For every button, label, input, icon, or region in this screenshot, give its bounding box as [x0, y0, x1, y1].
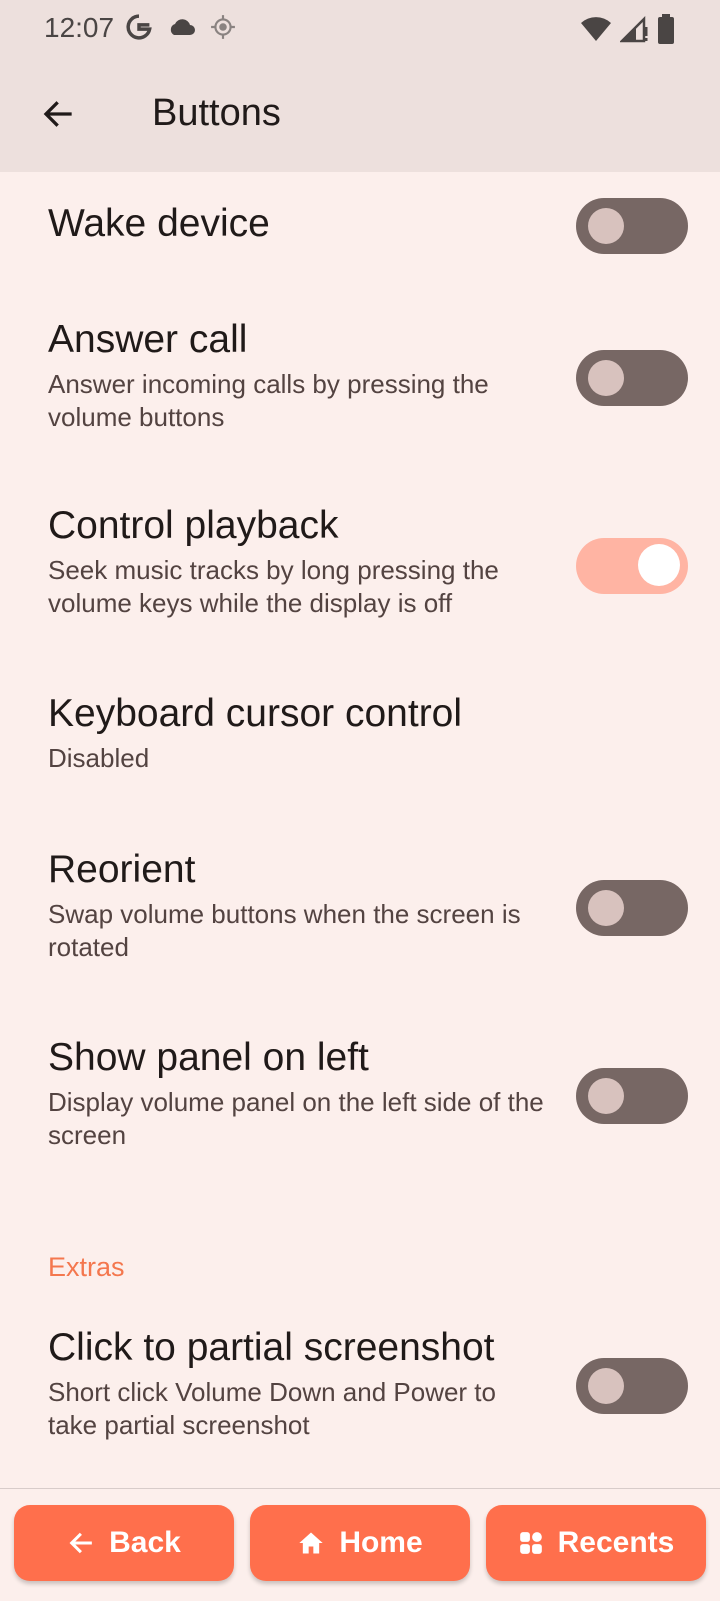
toggle-thumb [588, 890, 624, 926]
status-left-icons [126, 14, 236, 45]
setting-title: Click to partial screenshot [48, 1326, 495, 1369]
setting-title: Reorient [48, 848, 196, 891]
home-button[interactable]: Home [250, 1505, 470, 1581]
signal-icon [618, 15, 648, 48]
grid-icon [518, 1530, 544, 1556]
wifi-icon [580, 15, 612, 48]
back-button[interactable]: Back [14, 1505, 234, 1581]
setting-title: Wake device [48, 202, 270, 245]
setting-title: Answer call [48, 318, 248, 361]
toggle-thumb [588, 360, 624, 396]
location-icon [210, 14, 236, 45]
setting-summary: Short click Volume Down and Power to tak… [48, 1377, 496, 1440]
setting-title: Control playback [48, 504, 339, 547]
setting-answer-call[interactable]: Answer call Answer incoming calls by pre… [0, 288, 720, 474]
setting-summary: Display volume panel on the left side of… [48, 1087, 544, 1150]
toggle-thumb [588, 1078, 624, 1114]
app-bar: Buttons [0, 62, 720, 172]
home-button-label: Home [339, 1526, 423, 1559]
recents-button[interactable]: Recents [486, 1505, 706, 1581]
toggle-thumb [588, 1368, 624, 1404]
answer-call-toggle[interactable] [576, 350, 688, 406]
page-title: Buttons [152, 92, 281, 134]
wake-device-toggle[interactable] [576, 198, 688, 254]
setting-control-playback[interactable]: Control playback Seek music tracks by lo… [0, 474, 720, 660]
arrow-back-icon [67, 1529, 95, 1557]
battery-icon [656, 14, 676, 49]
toggle-thumb [638, 544, 680, 586]
setting-summary: Disabled [48, 743, 150, 773]
bottom-nav-bar: Back Home Recents [0, 1488, 720, 1601]
section-header-extras: Extras [48, 1252, 125, 1282]
arrow-back-icon[interactable] [34, 90, 82, 138]
control-playback-toggle[interactable] [576, 538, 688, 594]
home-icon [297, 1529, 325, 1557]
settings-list[interactable]: Wake device Answer call Answer incoming … [0, 172, 720, 1488]
back-button-label: Back [109, 1526, 181, 1559]
show-panel-on-left-toggle[interactable] [576, 1068, 688, 1124]
setting-title: Show panel on left [48, 1036, 369, 1079]
status-time: 12:07 [44, 12, 115, 43]
google-icon [126, 14, 152, 45]
setting-show-panel-on-left[interactable]: Show panel on left Display volume panel … [0, 1006, 720, 1192]
partial-screenshot-toggle[interactable] [576, 1358, 688, 1414]
setting-summary: Seek music tracks by long pressing the v… [48, 555, 499, 618]
cloud-icon [166, 16, 196, 43]
setting-reorient[interactable]: Reorient Swap volume buttons when the sc… [0, 818, 720, 1004]
setting-wake-device[interactable]: Wake device [0, 172, 720, 288]
setting-keyboard-cursor-control[interactable]: Keyboard cursor control Disabled [0, 662, 720, 818]
setting-summary: Answer incoming calls by pressing the vo… [48, 369, 489, 432]
setting-title: Keyboard cursor control [48, 692, 463, 735]
setting-summary: Swap volume buttons when the screen is r… [48, 899, 521, 962]
status-right-icons [580, 14, 676, 49]
status-bar: 12:07 [0, 0, 720, 62]
recents-button-label: Recents [557, 1526, 675, 1559]
reorient-toggle[interactable] [576, 880, 688, 936]
toggle-thumb [588, 208, 624, 244]
setting-click-to-partial-screenshot[interactable]: Click to partial screenshot Short click … [0, 1296, 720, 1482]
